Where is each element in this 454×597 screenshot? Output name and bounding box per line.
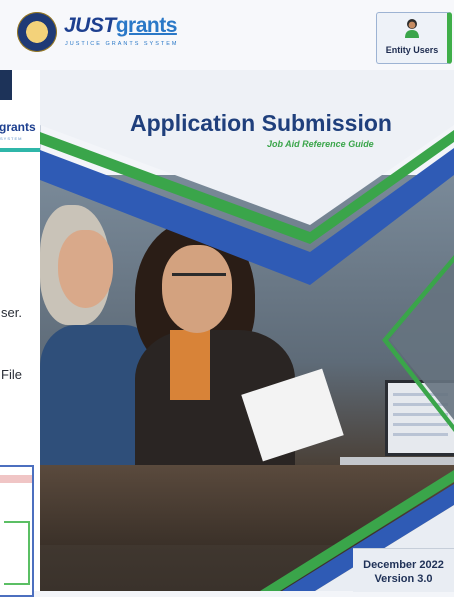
inset-logo-fragment: grants	[0, 120, 36, 134]
woman-right-shirt	[170, 330, 210, 400]
laptop-row	[393, 413, 448, 416]
inset-text-line-2: File	[1, 367, 22, 382]
logo-just-text: JUST	[64, 14, 116, 37]
logo-grants-text: grants	[115, 14, 178, 37]
laptop-row	[393, 433, 448, 436]
inset-accent-line	[0, 148, 40, 152]
inset-panel-strip	[0, 475, 32, 483]
inset-screenshot: grants SYSTEM ser. File	[0, 70, 41, 597]
version-box: December 2022 Version 3.0	[353, 548, 454, 592]
logo-subtitle: JUSTICE GRANTS SYSTEM	[65, 41, 179, 47]
laptop-row	[393, 393, 448, 396]
laptop-row	[393, 403, 448, 406]
version-date: December 2022	[363, 559, 444, 571]
document-title: Application Submission	[130, 110, 392, 136]
inset-system-fragment: SYSTEM	[0, 136, 23, 141]
entity-users-label: Entity Users	[385, 45, 439, 55]
table-surface	[40, 465, 454, 545]
entity-users-button[interactable]: Entity Users	[376, 12, 452, 64]
glasses-icon	[172, 273, 226, 290]
justgrants-logo[interactable]: JUSTgrants	[64, 14, 177, 38]
user-avatar-icon	[405, 19, 419, 38]
doj-seal-icon	[17, 12, 57, 52]
laptop-row	[393, 423, 448, 426]
header-bar: JUSTgrants JUSTICE GRANTS SYSTEM Entity …	[0, 0, 454, 70]
version-number: Version 3.0	[374, 573, 433, 585]
inset-text-line-1: ser.	[1, 305, 22, 320]
inset-top-bar	[0, 70, 12, 100]
inset-panel-block	[4, 521, 30, 585]
laptop-screen	[385, 380, 454, 456]
document-subtitle: Job Aid Reference Guide	[267, 139, 374, 149]
inset-panel	[0, 465, 34, 597]
cover-photo	[40, 175, 454, 591]
laptop-base	[340, 457, 454, 465]
woman-left-face	[58, 230, 113, 308]
